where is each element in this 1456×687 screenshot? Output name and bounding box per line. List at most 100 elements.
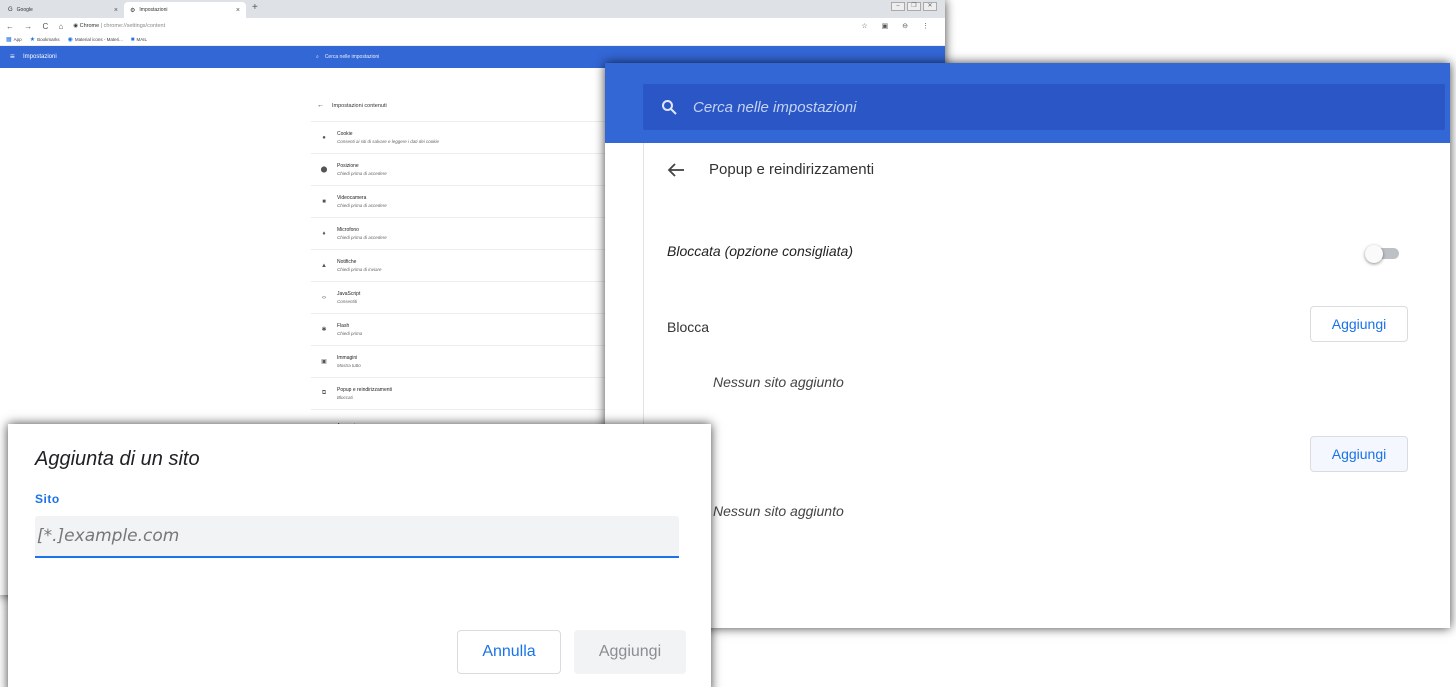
- back-arrow-icon[interactable]: ←: [317, 102, 324, 109]
- section-title: Impostazioni contenuti: [332, 102, 387, 109]
- restore-button[interactable]: ❐: [907, 2, 921, 11]
- settings-row-camera[interactable]: ■ Videocamera Chiedi prima di accedere: [311, 186, 631, 218]
- menu-icon[interactable]: ≡: [10, 52, 15, 61]
- site-input[interactable]: [*.]example.com: [35, 516, 679, 558]
- google-favicon-icon: G: [8, 7, 13, 13]
- puzzle-icon: ✱: [321, 327, 327, 333]
- row-title: Popup e reindirizzamenti: [337, 386, 393, 393]
- bookmarks-bar: ▦ App ★ Bookmarks ◉ Material icons - Materi…: [0, 34, 945, 46]
- settings-row-cookie[interactable]: ● Cookie Consenti ai siti di salvare e leg…: [311, 122, 631, 154]
- settings-row-location[interactable]: ⬤ Posizione Chiedi prima di accedere: [311, 154, 631, 186]
- open-in-new-icon: ⧉: [321, 390, 327, 396]
- browser-toolbar: ← → C ⌂ ◉ Chrome | chrome://settings/con…: [0, 18, 945, 34]
- bookmark-label: Material icons - Materi...: [74, 37, 123, 42]
- microphone-icon: ♦: [322, 230, 326, 237]
- dialog-title: Aggiunta di un sito: [35, 448, 200, 470]
- bookmark-label: MAIL: [136, 36, 147, 42]
- new-tab-button[interactable]: +: [252, 2, 258, 13]
- settings-row-flash[interactable]: ✱ Flash Chiedi prima: [311, 314, 631, 346]
- tab-settings[interactable]: ⚙ Impostazioni ×: [124, 2, 246, 18]
- row-title: Notifiche: [337, 258, 357, 265]
- row-title: Posizione: [337, 162, 359, 169]
- camera-icon: ■: [322, 198, 326, 205]
- row-subtitle: Chiedi prima di accedere: [337, 170, 387, 176]
- row-subtitle: Consentiti: [337, 298, 358, 304]
- search-icon: [662, 100, 677, 115]
- blocked-toggle[interactable]: [1365, 245, 1401, 263]
- zoomed-settings-panel: Cerca nelle impostazioni Popup e reindir…: [605, 63, 1450, 628]
- tab-label: Impostazioni: [139, 7, 168, 13]
- row-title: Videocamera: [337, 194, 367, 201]
- settings-search-small[interactable]: ⌕ Cerca nelle impostazioni: [316, 54, 379, 60]
- blocked-toggle-label: Bloccata (opzione consigliata): [667, 243, 853, 259]
- row-subtitle: Mostra tutto: [337, 362, 361, 368]
- star-icon: ★: [29, 37, 36, 43]
- url-separator: |: [100, 23, 103, 29]
- minimize-button[interactable]: –: [891, 2, 905, 11]
- address-bar[interactable]: ◉ Chrome | chrome://settings/content: [73, 23, 165, 29]
- page-title: Popup e reindirizzamenti: [709, 161, 875, 178]
- code-icon: ‹›: [322, 294, 326, 301]
- tab-label: Google: [16, 7, 33, 13]
- settings-row-microphone[interactable]: ♦ Microfono Chiedi prima di accedere: [311, 218, 631, 250]
- add-site-dialog: Aggiunta di un sito Sito [*.]example.com…: [8, 424, 711, 687]
- cookie-icon: ●: [322, 134, 326, 141]
- add-allow-site-button[interactable]: Aggiungi: [1310, 436, 1408, 472]
- page-header: Popup e reindirizzamenti: [667, 161, 874, 178]
- bookmark-item[interactable]: ▦ App: [6, 36, 22, 43]
- close-window-button[interactable]: ✕: [923, 2, 937, 11]
- row-subtitle: Chiedi prima: [337, 330, 363, 336]
- bookmark-item[interactable]: ◉ Material icons - Materi...: [68, 36, 123, 43]
- settings-row-notifications[interactable]: ▲ Notifiche Chiedi prima di inviare: [311, 250, 631, 282]
- row-title: JavaScript: [337, 290, 361, 297]
- bookmark-item[interactable]: ★ Bookmarks: [30, 36, 60, 43]
- row-title: Cookie: [337, 130, 353, 137]
- screenshot-stage: G Google × ⚙ Impostazioni × + – ❐ ✕ ← → …: [0, 0, 1456, 687]
- image-icon: ▣: [321, 359, 327, 365]
- back-arrow-icon[interactable]: [667, 162, 685, 177]
- cancel-button[interactable]: Annulla: [457, 630, 561, 674]
- settings-row-images[interactable]: ▣ Immagini Mostra tutto: [311, 346, 631, 378]
- row-subtitle: Consenti ai siti di salvare e leggere i …: [337, 138, 440, 144]
- add-block-site-button[interactable]: Aggiungi: [1310, 306, 1408, 342]
- app-title: Impostazioni: [23, 54, 57, 60]
- content-settings-list: ← Impostazioni contenuti ● Cookie Consenti…: [311, 90, 631, 442]
- search-icon: ⌕: [316, 54, 319, 60]
- settings-favicon-icon: ⚙: [130, 7, 136, 14]
- bookmark-label: Bookmarks: [37, 37, 60, 42]
- bell-icon: ▲: [321, 262, 327, 269]
- search-placeholder: Cerca nelle impostazioni: [324, 54, 380, 60]
- location-icon: ⬤: [320, 167, 328, 173]
- block-section-label: Blocca: [667, 319, 710, 335]
- row-subtitle: Chiedi prima di accedere: [337, 234, 387, 240]
- toggle-knob: [1365, 245, 1383, 263]
- navigation-buttons[interactable]: ← → C ⌂: [6, 22, 67, 31]
- close-tab-icon[interactable]: ×: [236, 7, 240, 14]
- settings-row-popups[interactable]: ⧉ Popup e reindirizzamenti Bloccati: [311, 378, 631, 410]
- bookmark-label: App: [13, 37, 22, 42]
- settings-search-input[interactable]: Cerca nelle impostazioni: [643, 84, 1445, 130]
- window-controls: – ❐ ✕: [891, 2, 937, 11]
- settings-row-javascript[interactable]: ‹› JavaScript Consentiti: [311, 282, 631, 314]
- mail-icon: ■: [130, 36, 135, 43]
- allow-empty-text: Nessun sito aggiunto: [713, 503, 844, 519]
- row-title: Microfono: [337, 226, 359, 233]
- bookmark-item[interactable]: ■ MAIL: [131, 37, 147, 43]
- apps-icon: ▦: [6, 37, 12, 43]
- section-header: ← Impostazioni contenuti: [311, 90, 631, 122]
- row-title: Flash: [337, 322, 350, 329]
- block-empty-text: Nessun sito aggiunto: [713, 374, 844, 390]
- site-field-label: Sito: [35, 492, 60, 506]
- material-icons-icon: ◉: [67, 37, 73, 43]
- row-subtitle: Chiedi prima di accedere: [337, 202, 387, 208]
- tab-google[interactable]: G Google ×: [2, 2, 124, 18]
- search-placeholder: Cerca nelle impostazioni: [693, 98, 857, 116]
- tab-strip: G Google × ⚙ Impostazioni × + – ❐ ✕: [0, 0, 945, 18]
- row-title: Immagini: [337, 354, 358, 361]
- url-text: chrome://settings/content: [103, 23, 166, 29]
- close-tab-icon[interactable]: ×: [114, 7, 118, 14]
- url-prefix: Chrome: [79, 23, 100, 29]
- add-site-button[interactable]: Aggiungi: [574, 630, 686, 674]
- toolbar-actions[interactable]: ☆ ▣ ⊖ ⋮: [861, 22, 935, 30]
- row-subtitle: Chiedi prima di inviare: [337, 266, 382, 272]
